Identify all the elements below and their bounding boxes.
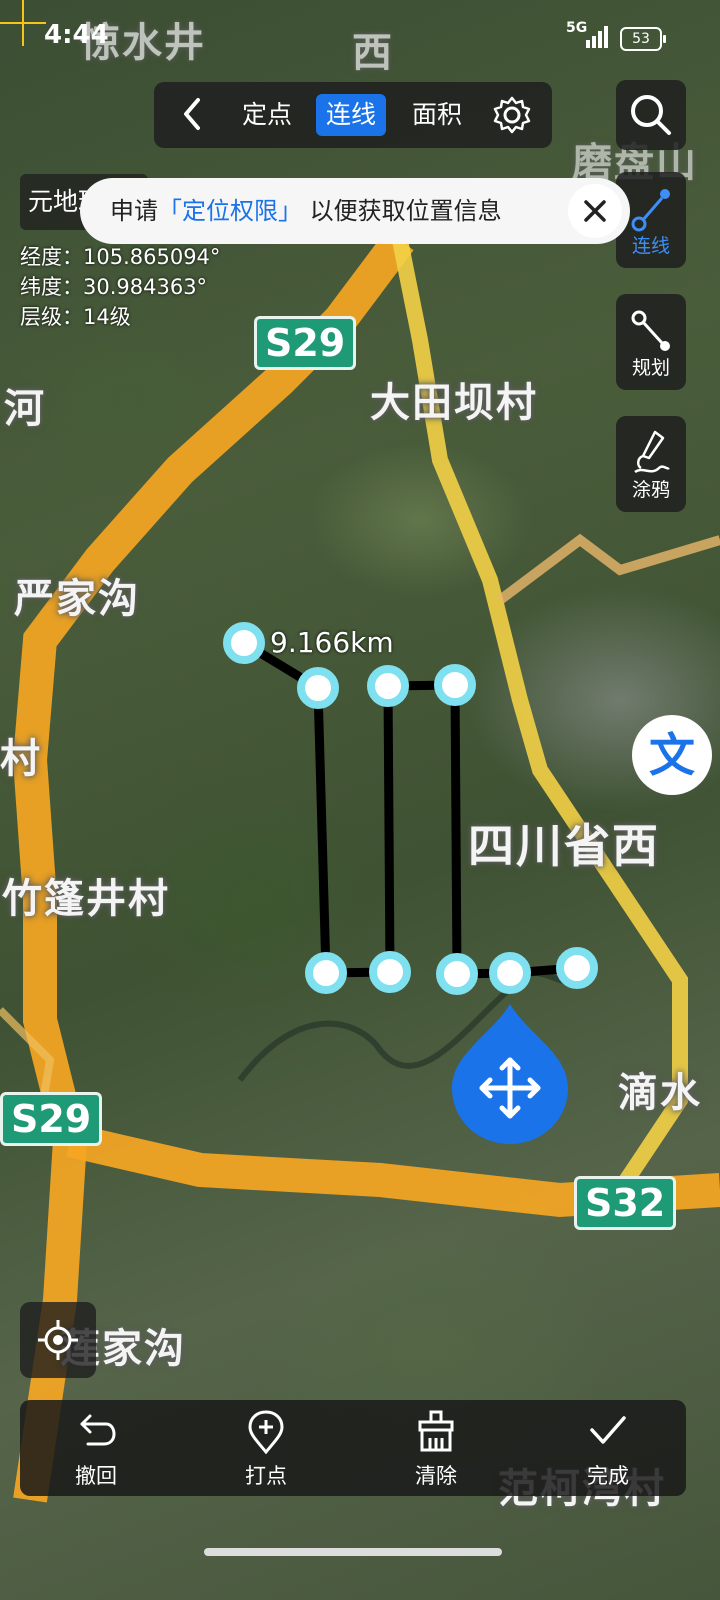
tab-point[interactable]: 定点 <box>232 94 302 136</box>
gear-icon[interactable] <box>492 95 532 135</box>
line-tool-icon <box>631 189 670 232</box>
measure-point <box>489 952 531 994</box>
done-label: 完成 <box>587 1464 629 1488</box>
undo-label: 撤回 <box>75 1464 117 1488</box>
permission-text: 申请「定位权限」 以便获取位置信息 <box>110 197 502 225</box>
battery-icon: 53 <box>620 27 666 51</box>
measure-point <box>305 952 347 994</box>
close-icon <box>584 200 606 222</box>
doodle-brush-icon <box>634 430 670 474</box>
done-button[interactable]: 完成 <box>548 1400 668 1496</box>
measure-points <box>223 622 598 995</box>
measure-point <box>436 953 478 995</box>
status-bar: 4:44 5G 53 <box>0 0 720 76</box>
add-point-icon <box>248 1410 284 1454</box>
close-button[interactable] <box>568 184 622 238</box>
place-label: 竹篷井村 <box>2 876 170 922</box>
place-label: 河 <box>4 386 46 432</box>
latitude-value: 30.984363° <box>83 275 208 299</box>
locate-crosshair-icon <box>38 1320 78 1360</box>
tool-plan-button[interactable]: 规划 <box>616 294 686 390</box>
place-label: 严家沟 <box>14 576 140 622</box>
clear-brush-icon <box>418 1410 454 1452</box>
place-label: 滴水 <box>618 1070 702 1116</box>
bottom-action-bar: 撤回 打点 清除 完成 <box>20 1400 686 1496</box>
clear-label: 清除 <box>415 1464 457 1488</box>
measure-point <box>223 622 265 664</box>
latitude-row: 纬度：30.984363° <box>20 275 208 299</box>
check-icon <box>590 1416 626 1444</box>
add-point-label: 打点 <box>245 1464 287 1488</box>
measure-polyline <box>241 639 578 979</box>
undo-icon <box>80 1414 116 1446</box>
longitude-value: 105.865094° <box>83 245 221 269</box>
road-thin-east <box>497 533 720 604</box>
undo-button[interactable]: 撤回 <box>36 1400 156 1496</box>
place-label: 村 <box>0 736 42 782</box>
locate-button[interactable] <box>20 1302 96 1378</box>
search-icon <box>631 95 671 135</box>
move-arrows-icon[interactable] <box>452 1004 568 1144</box>
tab-area[interactable]: 面积 <box>402 94 472 136</box>
coordinates-panel: 经度：105.865094° 纬度：30.984363° 层级：14级 <box>20 242 220 332</box>
chevron-left-icon[interactable] <box>174 94 214 134</box>
measure-point <box>434 664 476 706</box>
measure-point <box>297 667 339 709</box>
road-shield: S29 <box>254 316 357 370</box>
measure-point <box>556 947 598 989</box>
text-layer-button[interactable]: 文 <box>632 715 712 795</box>
level-row: 层级：14级 <box>20 305 131 329</box>
measure-toolbar: 定点 连线 面积 <box>154 82 552 148</box>
search-button[interactable] <box>616 80 686 150</box>
tab-line[interactable]: 连线 <box>316 94 387 136</box>
permission-toast[interactable]: 申请「定位权限」 以便获取位置信息 <box>80 178 630 244</box>
level-value: 14级 <box>83 305 131 329</box>
tool-plan-label: 规划 <box>631 357 670 379</box>
add-point-button[interactable]: 打点 <box>206 1400 326 1496</box>
status-time: 4:44 <box>44 20 109 50</box>
longitude-row: 经度：105.865094° <box>20 245 221 269</box>
network-type: 5G <box>566 20 588 36</box>
distance-label: 9.166km <box>270 626 394 659</box>
measure-point <box>367 665 409 707</box>
home-indicator[interactable] <box>204 1548 502 1556</box>
tool-doodle-label: 涂鸦 <box>631 479 670 501</box>
route-plan-icon <box>631 310 670 351</box>
clear-button[interactable]: 清除 <box>376 1400 496 1496</box>
place-label: 大田坝村 <box>370 380 538 426</box>
tool-line-label: 连线 <box>631 235 670 257</box>
tool-doodle-button[interactable]: 涂鸦 <box>616 416 686 512</box>
measure-point <box>369 951 411 993</box>
place-label: 四川省西 <box>468 819 660 873</box>
road-shield: S32 <box>574 1176 677 1230</box>
road-shield: S29 <box>0 1092 103 1146</box>
signal-icon <box>586 26 612 48</box>
